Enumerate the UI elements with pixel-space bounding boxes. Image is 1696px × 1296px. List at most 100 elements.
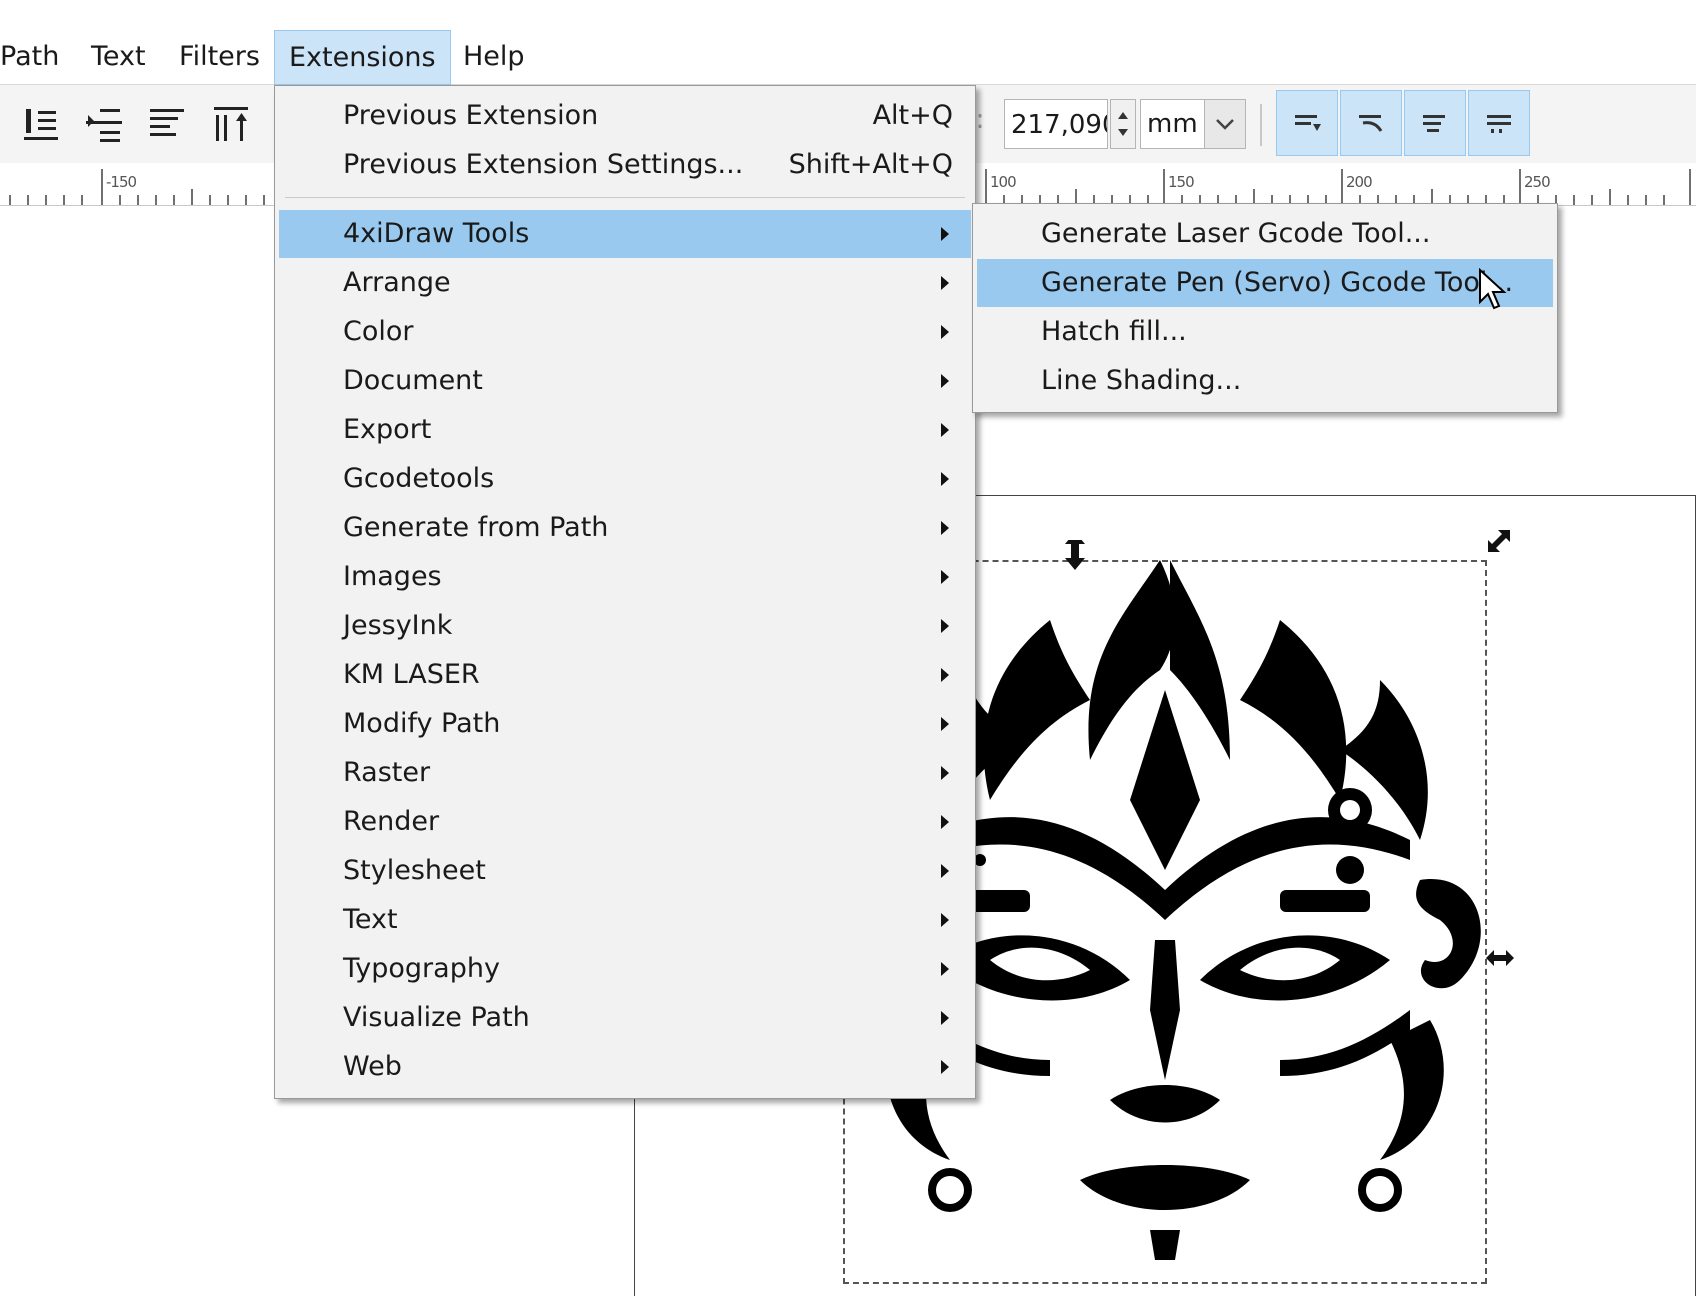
submenu-arrow-icon <box>941 717 949 731</box>
menu-item-label: Generate from Path <box>343 512 609 543</box>
menu-item-shortcut: Alt+Q <box>872 100 953 131</box>
submenu-arrow-icon <box>941 913 949 927</box>
menu-filters[interactable]: Filters <box>179 30 260 83</box>
submenu-arrow-icon <box>941 962 949 976</box>
menu-item-gcodetools[interactable]: Gcodetools <box>279 455 971 503</box>
submenu-arrow-icon <box>941 472 949 486</box>
menu-item-typography[interactable]: Typography <box>279 945 971 993</box>
unit-select[interactable]: mm <box>1140 99 1246 149</box>
menu-item-label: Arrange <box>343 267 451 298</box>
menu-item-hatch-fill[interactable]: Hatch fill... <box>977 308 1553 356</box>
menu-item-jessyink[interactable]: JessyInk <box>279 602 971 650</box>
menu-item-generate-laser-gcode[interactable]: Generate Laser Gcode Tool... <box>977 210 1553 258</box>
ruler-label: 250 <box>1524 173 1551 191</box>
menu-item-label: Generate Laser Gcode Tool... <box>1041 218 1431 249</box>
submenu-arrow-icon <box>941 374 949 388</box>
align-button-1[interactable] <box>1276 90 1338 156</box>
submenu-arrow-icon <box>941 766 949 780</box>
submenu-arrow-icon <box>941 864 949 878</box>
text-curve-icon <box>1359 115 1383 132</box>
submenu-arrow-icon <box>941 227 949 241</box>
submenu-arrow-icon <box>941 815 949 829</box>
distribute-top-icon[interactable] <box>210 101 254 145</box>
menu-item-shortcut: Shift+Alt+Q <box>788 149 953 180</box>
menu-item-label: Line Shading... <box>1041 365 1242 396</box>
menu-item-label: Document <box>343 365 483 396</box>
menu-item-label: Stylesheet <box>343 855 486 886</box>
text-anchor-icon <box>1295 115 1321 131</box>
menu-bar: Path Text Filters Extensions Help <box>0 0 1696 85</box>
menu-item-label: KM LASER <box>343 659 480 690</box>
submenu-arrow-icon <box>941 668 949 682</box>
unit-dropdown-button[interactable] <box>1204 100 1245 148</box>
menu-item-label: JessyInk <box>343 610 453 641</box>
submenu-arrow-icon <box>941 1060 949 1074</box>
align-button-3[interactable] <box>1404 90 1466 156</box>
text-grid-icon <box>1487 115 1511 133</box>
extensions-menu: Previous Extension Alt+Q Previous Extens… <box>274 85 976 1099</box>
align-baseline-icon[interactable] <box>82 101 126 145</box>
align-button-2[interactable] <box>1340 90 1402 156</box>
menu-item-color[interactable]: Color <box>279 308 971 356</box>
submenu-arrow-icon <box>941 619 949 633</box>
resize-horizontal-handle-icon[interactable] <box>1484 946 1516 970</box>
menu-item-document[interactable]: Document <box>279 357 971 405</box>
menu-item-label: Generate Pen (Servo) Gcode Tool... <box>1041 267 1514 298</box>
text-flow-icon <box>1423 115 1445 132</box>
menu-item-export[interactable]: Export <box>279 406 971 454</box>
toolbar-separator <box>1260 104 1262 146</box>
menu-item-generate-pen-servo-gcode[interactable]: Generate Pen (Servo) Gcode Tool... <box>977 259 1553 307</box>
submenu-arrow-icon <box>941 325 949 339</box>
ruler-label: 100 <box>990 173 1017 191</box>
menu-help[interactable]: Help <box>463 30 525 83</box>
menu-item-images[interactable]: Images <box>279 553 971 601</box>
menu-item-modify-path[interactable]: Modify Path <box>279 700 971 748</box>
submenu-arrow-icon <box>941 423 949 437</box>
menu-text[interactable]: Text <box>91 30 146 83</box>
menu-item-label: Gcodetools <box>343 463 495 494</box>
scale-handle-icon[interactable] <box>1484 526 1514 556</box>
unit-select-value: mm <box>1147 109 1198 139</box>
menu-item-line-shading[interactable]: Line Shading... <box>977 357 1553 405</box>
menu-item-label: Export <box>343 414 432 445</box>
submenu-arrow-icon <box>941 276 949 290</box>
submenu-arrow-icon <box>941 1011 949 1025</box>
menu-item-label: Visualize Path <box>343 1002 530 1033</box>
menu-item-label: Previous Extension Settings... <box>343 149 744 180</box>
menu-item-label: 4xiDraw Tools <box>343 218 530 249</box>
menu-item-previous-extension-settings[interactable]: Previous Extension Settings... Shift+Alt… <box>279 141 971 189</box>
4xidraw-tools-submenu: Generate Laser Gcode Tool... Generate Pe… <box>972 203 1558 413</box>
menu-item-4xidraw-tools[interactable]: 4xiDraw Tools <box>279 210 971 258</box>
menu-item-previous-extension[interactable]: Previous Extension Alt+Q <box>279 92 971 140</box>
align-bottom-edges-icon[interactable] <box>18 101 62 145</box>
menu-item-label: Render <box>343 806 440 837</box>
submenu-arrow-icon <box>941 570 949 584</box>
spinner-arrows-icon <box>1118 112 1128 136</box>
menu-item-raster[interactable]: Raster <box>279 749 971 797</box>
menu-item-stylesheet[interactable]: Stylesheet <box>279 847 971 895</box>
tribal-mask-artwork[interactable] <box>880 540 1520 1260</box>
menu-item-generate-from-path[interactable]: Generate from Path <box>279 504 971 552</box>
menu-item-km-laser[interactable]: KM LASER <box>279 651 971 699</box>
ruler-label: -150 <box>106 173 137 191</box>
width-input[interactable]: 217,090 <box>1004 99 1108 149</box>
mouse-cursor-icon <box>1479 268 1507 310</box>
menu-item-label: Previous Extension <box>343 100 599 131</box>
menu-item-label: Web <box>343 1051 402 1082</box>
ruler-label: 200 <box>1346 173 1373 191</box>
menu-item-label: Color <box>343 316 414 347</box>
chevron-down-icon <box>1216 119 1234 130</box>
menu-item-label: Images <box>343 561 442 592</box>
menu-item-label: Modify Path <box>343 708 501 739</box>
menu-item-render[interactable]: Render <box>279 798 971 846</box>
width-spinner[interactable] <box>1110 99 1136 149</box>
menu-path[interactable]: Path <box>0 30 59 83</box>
distribute-left-icon[interactable] <box>146 101 190 145</box>
align-button-4[interactable] <box>1468 90 1530 156</box>
menu-item-label: Raster <box>343 757 431 788</box>
menu-item-arrange[interactable]: Arrange <box>279 259 971 307</box>
menu-extensions[interactable]: Extensions <box>274 30 451 85</box>
menu-item-visualize-path[interactable]: Visualize Path <box>279 994 971 1042</box>
menu-item-web[interactable]: Web <box>279 1043 971 1091</box>
menu-item-text[interactable]: Text <box>279 896 971 944</box>
